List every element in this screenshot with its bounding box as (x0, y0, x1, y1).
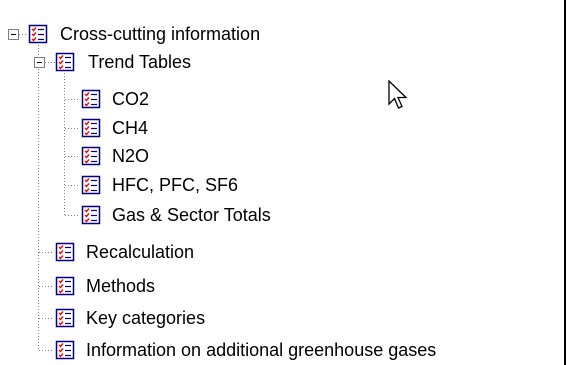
tree-node-methods[interactable]: Methods (86, 272, 155, 300)
tree-node-label: Information on additional greenhouse gas… (86, 340, 437, 360)
report-list-icon (55, 340, 75, 360)
tree-node-trend-tables[interactable]: Trend Tables (88, 48, 191, 76)
tree-node-label: HFC, PFC, SF6 (112, 175, 239, 195)
tree-node-label: CH4 (112, 118, 149, 138)
mouse-pointer-icon (388, 80, 408, 109)
tree-node-cross-cutting[interactable]: Cross-cutting information (60, 20, 260, 48)
tree-node-label: Cross-cutting information (60, 24, 261, 44)
tree-node-label: CO2 (112, 89, 150, 109)
tree-node-label: Trend Tables (88, 52, 192, 72)
trend-tables-collapse-toggle[interactable] (34, 57, 45, 68)
tree-node-gas-sector-totals[interactable]: Gas & Sector Totals (112, 201, 271, 229)
root-collapse-toggle[interactable] (8, 29, 19, 40)
tree-node-recalculation[interactable]: Recalculation (86, 238, 194, 266)
tree-node-co2[interactable]: CO2 (112, 85, 149, 113)
report-list-icon (55, 276, 75, 296)
tree-node-n2o[interactable]: N2O (112, 142, 149, 170)
report-list-icon (81, 118, 101, 138)
tree-node-hfc-pfc-sf6[interactable]: HFC, PFC, SF6 (112, 171, 238, 199)
report-list-icon (81, 89, 101, 109)
report-list-icon (81, 205, 101, 225)
report-list-icon (55, 308, 75, 328)
report-list-icon (55, 242, 75, 262)
report-list-icon (28, 24, 48, 44)
tree-node-label: N2O (112, 146, 150, 166)
report-list-icon (55, 52, 75, 72)
report-list-icon (81, 146, 101, 166)
tree-node-additional-greenhouse-gases[interactable]: Information on additional greenhouse gas… (86, 336, 436, 364)
tree-node-ch4[interactable]: CH4 (112, 114, 148, 142)
tree-node-key-categories[interactable]: Key categories (86, 304, 205, 332)
tree-view[interactable]: Cross-cutting information Trend Tables C… (0, 0, 566, 365)
tree-node-label: Recalculation (86, 242, 195, 262)
tree-node-label: Methods (86, 276, 156, 296)
tree-node-label: Gas & Sector Totals (112, 205, 271, 225)
report-list-icon (81, 175, 101, 195)
tree-node-label: Key categories (86, 308, 206, 328)
